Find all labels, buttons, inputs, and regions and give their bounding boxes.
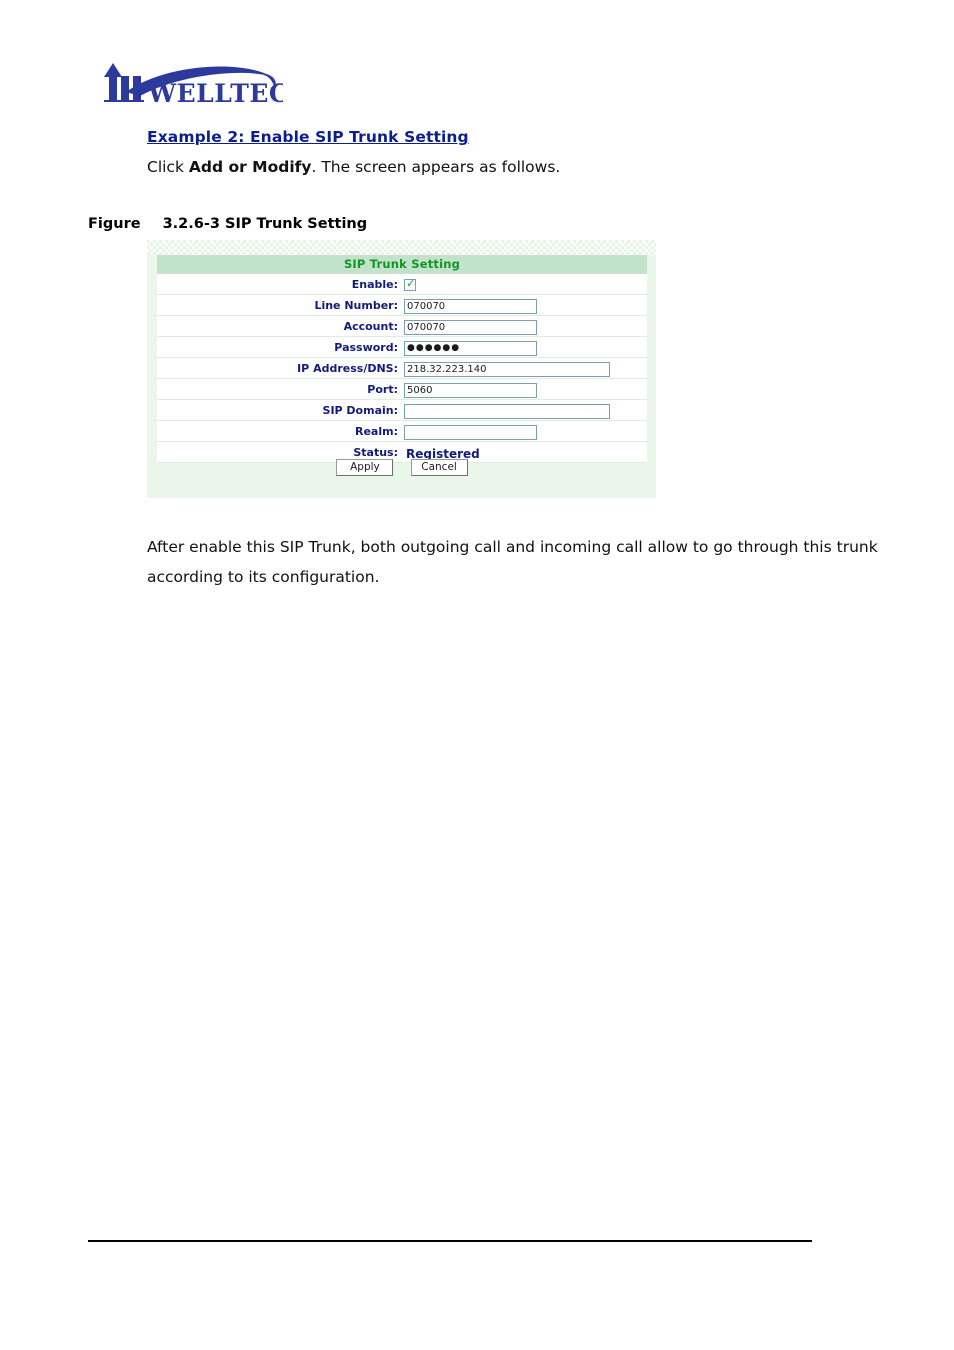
line-number-input[interactable]: 070070 — [404, 298, 537, 314]
figure-number-title: 3.2.6-3 SIP Trunk Setting — [162, 216, 368, 232]
click-instruction: Click Add or Modify. The screen appears … — [147, 158, 560, 176]
realm-value-cell — [402, 420, 647, 442]
password-label: Password: — [157, 336, 402, 358]
realm-label: Realm: — [157, 420, 402, 442]
welltech-logo-graphic: WELLTECH — [104, 63, 283, 108]
ip-address-dns-input[interactable]: 218.32.223.140 — [404, 361, 610, 377]
table-row: Password: ●●●●●● — [157, 336, 647, 358]
panel-texture — [147, 240, 656, 255]
line-number-value-cell: 070070 — [402, 294, 647, 316]
after-paragraph: After enable this SIP Trunk, both outgoi… — [147, 538, 878, 586]
apply-button[interactable]: Apply — [336, 459, 394, 476]
account-input[interactable]: 070070 — [404, 319, 537, 335]
form-header-title: SIP Trunk Setting — [157, 255, 647, 274]
sip-domain-label: SIP Domain: — [157, 399, 402, 421]
example-heading: Example 2: Enable SIP Trunk Setting — [147, 128, 469, 146]
realm-input[interactable] — [404, 424, 537, 440]
sip-domain-input[interactable] — [404, 403, 610, 419]
sip-domain-value-cell — [402, 399, 647, 421]
cancel-button[interactable]: Cancel — [410, 459, 468, 476]
click-instruction-bold: Add or Modify — [188, 158, 312, 176]
table-row: Enable: ✓ — [157, 273, 647, 295]
figure-label: Figure — [88, 216, 141, 232]
form-header-row: SIP Trunk Setting — [157, 255, 647, 274]
svg-text:WELLTECH: WELLTECH — [147, 79, 283, 108]
table-row: SIP Domain: — [157, 399, 647, 421]
port-label: Port: — [157, 378, 402, 400]
checkmark-icon: ✓ — [406, 277, 416, 290]
port-value-cell: 5060 — [402, 378, 647, 400]
sip-trunk-setting-screenshot: SIP Trunk Setting Enable: ✓ Line Number:… — [147, 240, 656, 498]
enable-label: Enable: — [157, 273, 402, 295]
password-input[interactable]: ●●●●●● — [404, 340, 537, 356]
table-row: IP Address/DNS: 218.32.223.140 — [157, 357, 647, 379]
click-instruction-prefix: Click — [147, 158, 189, 176]
click-instruction-suffix: . The screen appears as follows. — [311, 158, 561, 176]
table-row: Port: 5060 — [157, 378, 647, 400]
table-row: Line Number: 070070 — [157, 294, 647, 316]
password-value-cell: ●●●●●● — [402, 336, 647, 358]
welltech-logo: WELLTECH — [88, 56, 283, 114]
port-input[interactable]: 5060 — [404, 382, 537, 398]
line-number-label: Line Number: — [157, 294, 402, 316]
account-label: Account: — [157, 315, 402, 337]
figure-caption: Figure 3.2.6-3 SIP Trunk Setting — [88, 216, 367, 232]
enable-checkbox[interactable]: ✓ — [404, 277, 416, 291]
ip-address-dns-label: IP Address/DNS: — [157, 357, 402, 379]
enable-value-cell: ✓ — [402, 273, 647, 295]
table-row: Account: 070070 — [157, 315, 647, 337]
account-value-cell: 070070 — [402, 315, 647, 337]
sip-trunk-form-table: SIP Trunk Setting Enable: ✓ Line Number:… — [157, 255, 647, 463]
ip-address-dns-value-cell: 218.32.223.140 — [402, 357, 647, 379]
table-row: Realm: — [157, 420, 647, 442]
footer-divider — [88, 1240, 812, 1242]
form-button-row: Apply Cancel — [157, 455, 647, 476]
